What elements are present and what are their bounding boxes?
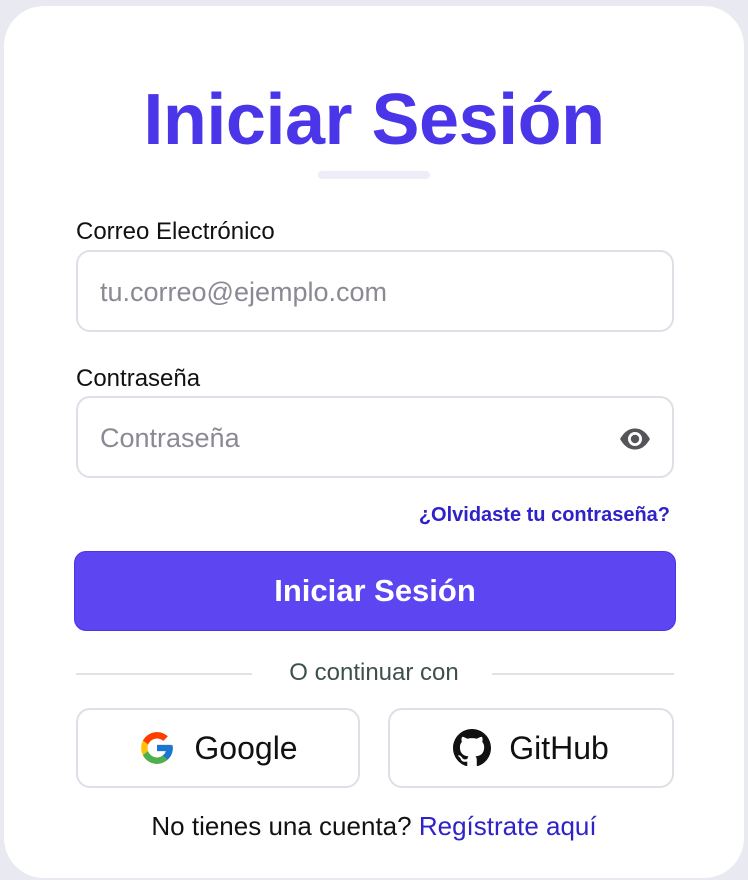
github-button[interactable]: GitHub	[388, 708, 674, 788]
email-field[interactable]	[98, 252, 582, 332]
google-button[interactable]: Google	[76, 708, 360, 788]
page-title: Iniciar Sesión	[143, 80, 605, 160]
signup-prompt: No tienes una cuenta? Regístrate aquí	[4, 810, 744, 842]
login-card: Iniciar Sesión Correo Electrónico Contra…	[4, 6, 744, 878]
eye-icon[interactable]	[618, 422, 652, 456]
title-underline	[318, 171, 430, 179]
google-icon	[141, 732, 174, 764]
email-label: Correo Electrónico	[76, 218, 275, 245]
password-field[interactable]	[98, 398, 582, 478]
signup-text: No tienes una cuenta?	[151, 811, 412, 841]
password-label: Contraseña	[76, 365, 201, 392]
divider-right	[492, 673, 674, 675]
sign-in-button[interactable]: Iniciar Sesión	[74, 551, 676, 631]
signup-link[interactable]: Regístrate aquí	[419, 811, 597, 841]
password-field-box	[76, 396, 674, 478]
google-label: Google	[194, 729, 298, 766]
email-field-box	[76, 250, 674, 332]
github-icon	[453, 729, 492, 767]
forgot-password-link[interactable]: ¿Olvidaste tu contraseña?	[419, 503, 670, 527]
github-label: GitHub	[509, 729, 609, 766]
